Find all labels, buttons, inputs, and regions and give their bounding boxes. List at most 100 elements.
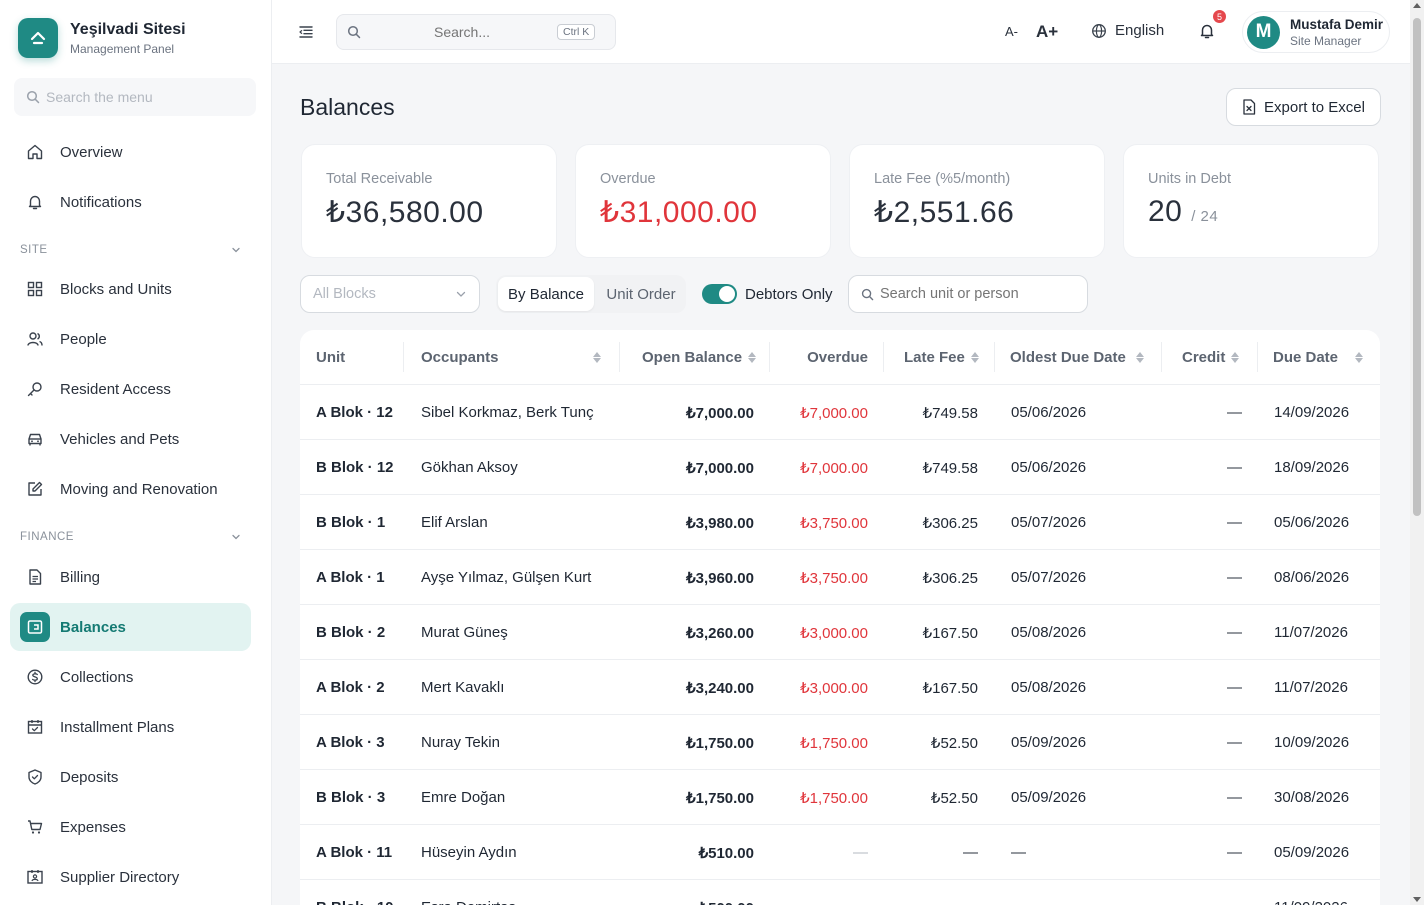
stat-value: ₺2,551.66 — [874, 196, 1015, 229]
debtors-only-toggle[interactable]: Debtors Only — [702, 284, 833, 304]
cell-late-fee: ₺749.58 — [922, 404, 978, 422]
scrollbar-thumb[interactable] — [1413, 18, 1421, 516]
column-header-late-fee[interactable]: Late Fee — [904, 330, 979, 384]
column-header-credit[interactable]: Credit — [1182, 330, 1240, 384]
sort-icon — [593, 351, 601, 363]
sidebar-item-supplier-directory[interactable]: Supplier Directory — [10, 853, 251, 901]
sidebar-item-label: Blocks and Units — [60, 280, 172, 298]
cell-late-fee: ₺306.25 — [922, 569, 978, 587]
sidebar-item-billing[interactable]: Billing — [10, 553, 251, 601]
block-filter-select[interactable]: All Blocks — [300, 275, 480, 313]
notification-count-badge: 5 — [1213, 10, 1226, 23]
font-decrease-button[interactable]: A- — [1005, 24, 1018, 39]
cell-due-date: 18/09/2026 — [1274, 459, 1350, 476]
unit-person-search-input[interactable] — [880, 286, 1080, 302]
sidebar-item-balances[interactable]: Balances — [10, 603, 251, 651]
cell-occupants: Hüseyin Aydın — [421, 844, 517, 861]
toggle-switch[interactable] — [702, 284, 737, 304]
stat-label: Total Receivable — [326, 171, 433, 187]
table-row[interactable]: B Blok · 12 Gökhan Aksoy ₺7,000.00 ₺7,000.0… — [300, 439, 1380, 494]
sidebar-item-deposits[interactable]: Deposits — [10, 753, 251, 801]
column-header-occupants[interactable]: Occupants — [421, 330, 601, 384]
table-row[interactable]: A Blok · 3 Nuray Tekin ₺1,750.00 ₺1,750.00 ₺… — [300, 714, 1380, 769]
table-row[interactable]: A Blok · 11 Hüseyin Aydın ₺510.00 — — — — 05/09… — [300, 824, 1380, 879]
sidebar-item-overview[interactable]: Overview — [10, 128, 251, 176]
cell-credit: — — [1227, 569, 1242, 586]
stat-card-late-fee: Late Fee (%5/month) ₺2,551.66 — [849, 144, 1105, 258]
cell-credit: — — [1227, 789, 1242, 806]
global-search[interactable]: Ctrl K — [336, 14, 616, 50]
column-header-open-balance[interactable]: Open Balance — [642, 330, 757, 384]
table-row[interactable]: B Blok · 10 Esra Demirtaş ₺500.00 11/09/202… — [300, 879, 1380, 905]
table-row[interactable]: A Blok · 2 Mert Kavaklı ₺3,240.00 ₺3,000.00… — [300, 659, 1380, 714]
sidebar-item-label: Collections — [60, 668, 134, 686]
key-icon — [26, 380, 44, 398]
table-row[interactable]: B Blok · 1 Elif Arslan ₺3,980.00 ₺3,750.00 ₺… — [300, 494, 1380, 549]
sidebar-item-collections[interactable]: Collections — [10, 653, 251, 701]
cell-credit: — — [1227, 624, 1242, 641]
cell-open-balance: ₺7,000.00 — [686, 404, 754, 422]
cell-credit: — — [1227, 459, 1242, 476]
page-scrollbar[interactable] — [1410, 0, 1424, 905]
top-bar: Ctrl K A- A+ English 5 M Mustafa Demir S… — [272, 0, 1410, 64]
column-header-overdue[interactable]: Overdue — [770, 330, 868, 384]
sidebar-item-label: Resident Access — [60, 380, 171, 398]
sidebar-item-moving-renovation[interactable]: Moving and Renovation — [10, 465, 251, 513]
column-header-due-date[interactable]: Due Date — [1273, 330, 1363, 384]
notifications-button[interactable]: 5 — [1198, 10, 1226, 42]
column-divider — [1257, 342, 1258, 372]
sidebar-item-installment-plans[interactable]: Installment Plans — [10, 703, 251, 751]
table-row[interactable]: B Blok · 3 Emre Doğan ₺1,750.00 ₺1,750.00 ₺5… — [300, 769, 1380, 824]
calendar-check-icon — [26, 718, 44, 736]
table-row[interactable]: A Blok · 1 Ayşe Yılmaz, Gülşen Kurt ₺3,960… — [300, 549, 1380, 604]
search-icon — [861, 288, 874, 300]
unit-person-search[interactable] — [848, 275, 1088, 313]
table-row[interactable]: A Blok · 12 Sibel Korkmaz, Berk Tunç ₺7,00… — [300, 384, 1380, 439]
sidebar-item-expenses[interactable]: Expenses — [10, 803, 251, 851]
column-divider — [883, 342, 884, 372]
export-to-excel-button[interactable]: Export to Excel — [1226, 88, 1381, 126]
cell-open-balance: ₺1,750.00 — [686, 789, 754, 807]
shortcut-hint: Ctrl K — [557, 24, 596, 40]
sidebar-item-vehicles-pets[interactable]: Vehicles and Pets — [10, 415, 251, 463]
column-header-unit[interactable]: Unit — [316, 330, 345, 384]
font-increase-button[interactable]: A+ — [1036, 22, 1058, 42]
cell-open-balance: ₺7,000.00 — [686, 459, 754, 477]
collapse-sidebar-icon[interactable] — [298, 24, 314, 45]
language-selector[interactable]: English — [1091, 22, 1164, 39]
sidebar-item-label: Installment Plans — [60, 718, 175, 736]
scroll-down-arrow-icon[interactable] — [1413, 897, 1421, 902]
brand[interactable]: Yeşilvadi Sitesi Management Panel — [18, 18, 186, 58]
cell-open-balance: ₺510.00 — [698, 844, 754, 862]
sort-unit-order-button[interactable]: Unit Order — [598, 277, 684, 311]
sidebar-item-label: Balances — [60, 618, 126, 636]
user-menu[interactable]: M Mustafa Demir Site Manager — [1242, 11, 1390, 53]
section-toggle-finance[interactable]: FINANCE — [20, 531, 242, 543]
cell-credit: — — [1227, 679, 1242, 696]
stat-card-overdue: Overdue ₺31,000.00 — [575, 144, 831, 258]
cell-open-balance: ₺3,960.00 — [686, 569, 754, 587]
sidebar-item-label: Overview — [60, 143, 123, 161]
sidebar-item-label: People — [60, 330, 107, 348]
scroll-up-arrow-icon[interactable] — [1413, 3, 1421, 8]
cell-occupants: Sibel Korkmaz, Berk Tunç — [421, 404, 594, 421]
sidebar-item-label: Moving and Renovation — [60, 480, 218, 498]
table-row[interactable]: B Blok · 2 Murat Güneş ₺3,260.00 ₺3,000.00 ₺… — [300, 604, 1380, 659]
menu-search-input[interactable] — [46, 89, 246, 105]
sort-toggle-group: By Balance Unit Order — [496, 275, 686, 313]
sidebar-item-people[interactable]: People — [10, 315, 251, 363]
balances-table: Unit Occupants Open Balance Overdue Late… — [300, 330, 1380, 905]
sort-by-balance-button[interactable]: By Balance — [498, 277, 594, 311]
wallet-icon — [20, 612, 50, 642]
section-toggle-site[interactable]: SITE — [20, 244, 242, 256]
user-name: Mustafa Demir — [1290, 16, 1384, 32]
sidebar-item-notifications[interactable]: Notifications — [10, 178, 251, 226]
sidebar-item-blocks-units[interactable]: Blocks and Units — [10, 265, 251, 313]
cell-due-date: 10/09/2026 — [1274, 734, 1350, 751]
header-label: Overdue — [807, 348, 868, 366]
sidebar-item-resident-access[interactable]: Resident Access — [10, 365, 251, 413]
global-search-input[interactable] — [367, 24, 557, 40]
column-header-oldest-due-date[interactable]: Oldest Due Date — [1010, 330, 1144, 384]
menu-search — [14, 78, 256, 116]
cell-due-date: 05/09/2026 — [1274, 844, 1350, 861]
